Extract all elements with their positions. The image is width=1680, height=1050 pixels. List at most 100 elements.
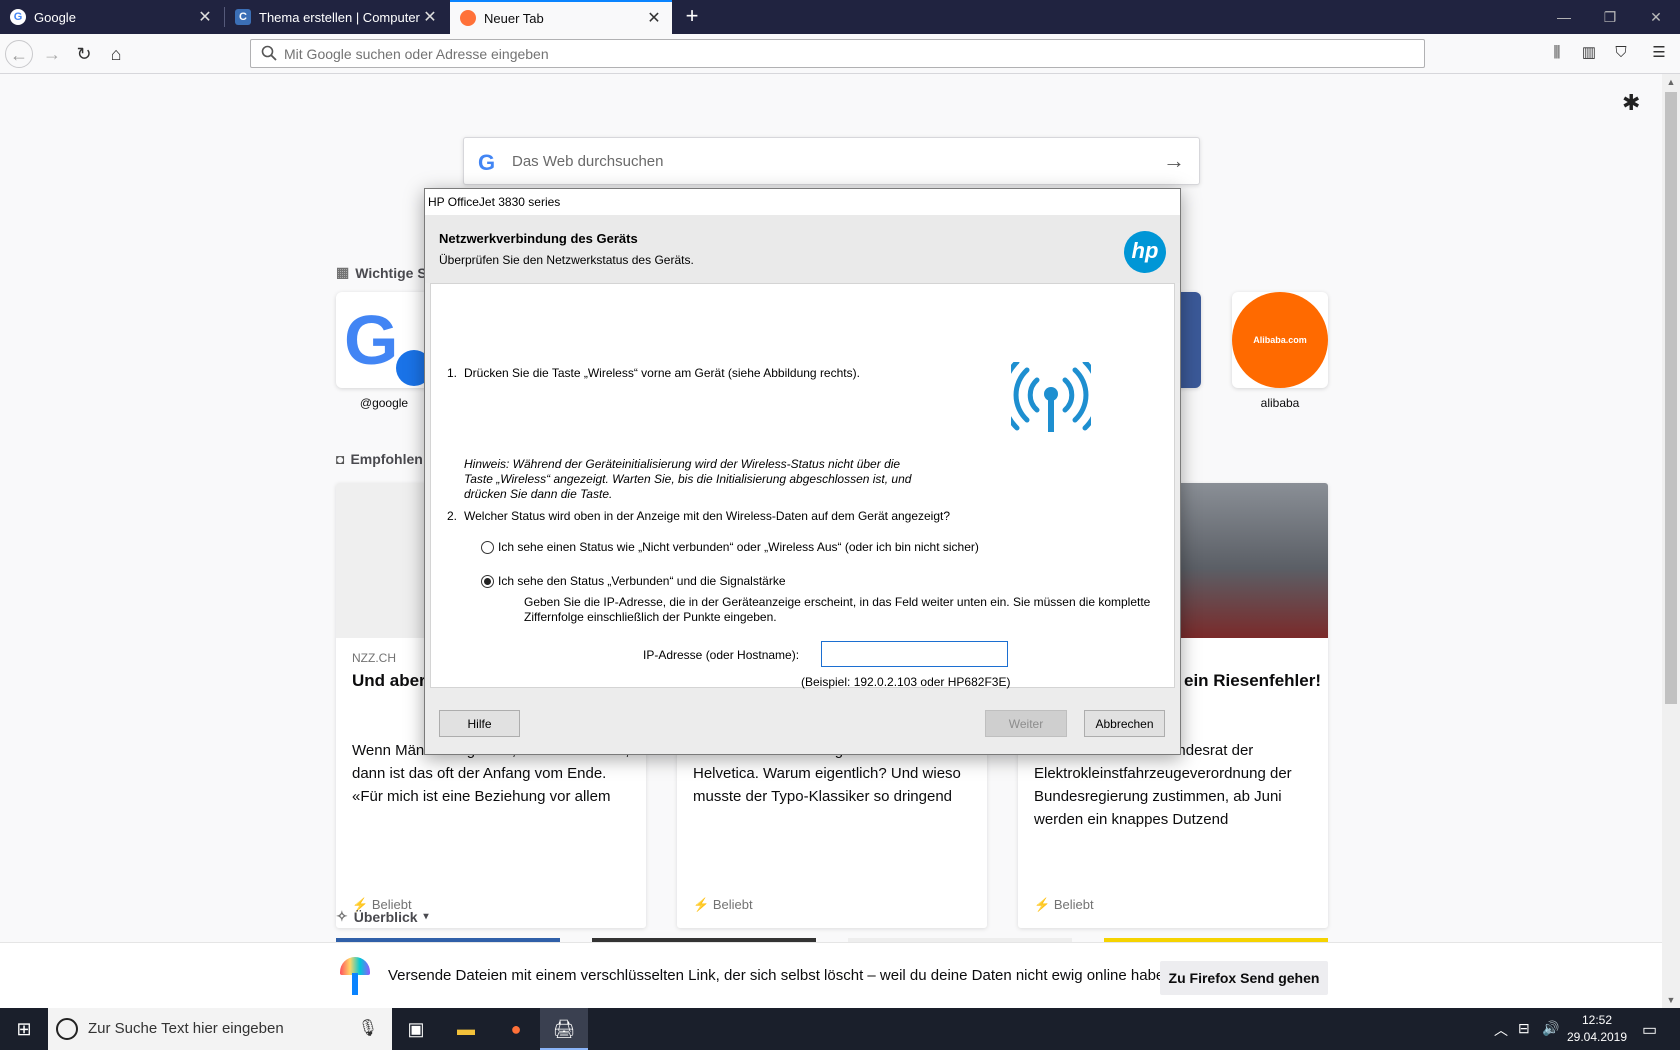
taskbar-search[interactable]: Zur Suche Text hier eingeben 🎙	[48, 1008, 392, 1050]
option-label: Ich sehe den Status „Verbunden“ und die …	[498, 574, 786, 588]
settings-gear-icon[interactable]: ✱	[1622, 90, 1640, 116]
recommended-heading[interactable]: ◘ Empfohlen	[336, 451, 423, 467]
next-button[interactable]: Weiter	[985, 710, 1067, 737]
network-icon[interactable]: ⊟	[1518, 1020, 1530, 1037]
ip-address-input[interactable]	[821, 641, 1008, 667]
top-sites-heading[interactable]: ▦ Wichtige S	[336, 264, 427, 281]
scroll-down-icon[interactable]: ▼	[1662, 992, 1680, 1008]
web-search-box[interactable]: G Das Web durchsuchen →	[463, 137, 1200, 185]
taskbar-search-placeholder: Zur Suche Text hier eingeben	[88, 1020, 284, 1037]
clock-date: 29.04.2019	[1566, 1030, 1628, 1044]
top-site-alibaba[interactable]: Alibaba.com	[1232, 292, 1328, 388]
search-icon	[261, 45, 277, 61]
firefox-send-button[interactable]: Zu Firefox Send gehen	[1160, 961, 1328, 995]
tray-overflow-icon[interactable]: ︿	[1494, 1020, 1508, 1040]
computerbase-favicon-icon: C	[235, 9, 251, 25]
tab-label: Thema erstellen | ComputerBase	[259, 9, 420, 25]
cortana-icon	[56, 1018, 78, 1040]
google-logo-icon: G	[478, 150, 496, 175]
cancel-button[interactable]: Abbrechen	[1084, 710, 1165, 737]
address-input[interactable]	[284, 43, 1404, 65]
clock-time: 12:52	[1581, 1013, 1613, 1027]
new-tab-button[interactable]: +	[680, 0, 704, 34]
recommended-heading-label: Empfohlen	[350, 451, 423, 467]
google-g-icon: G	[344, 301, 399, 379]
tab-neuer-tab[interactable]: Neuer Tab ✕	[450, 0, 672, 34]
top-site-label: alibaba	[1260, 396, 1300, 410]
hp-setup-dialog: HP OfficeJet 3830 series Netzwerkverbind…	[424, 188, 1181, 755]
window-close-icon[interactable]: ✕	[1634, 0, 1678, 34]
tab-google[interactable]: G Google ✕	[0, 0, 223, 34]
close-tab-icon[interactable]: ✕	[644, 8, 664, 28]
popular-badge: ⚡ Beliebt	[693, 897, 753, 912]
top-site-google[interactable]: G	[336, 292, 432, 388]
scrollbar-thumb[interactable]	[1665, 92, 1677, 704]
windows-start-icon[interactable]: ⊞	[0, 1008, 48, 1050]
top-sites-heading-label: Wichtige S	[355, 264, 427, 281]
snippet-text: Versende Dateien mit einem verschlüsselt…	[388, 967, 1221, 984]
firefox-send-icon	[338, 957, 372, 997]
radio-connected[interactable]	[481, 574, 494, 588]
microphone-icon[interactable]: 🎙	[358, 1018, 378, 1038]
step-number: 2.	[447, 509, 458, 523]
status-option-not-connected[interactable]: Ich sehe einen Status wie „Nicht verbund…	[481, 540, 979, 554]
step2-text: Welcher Status wird oben in der Anzeige …	[464, 509, 951, 523]
close-tab-icon[interactable]: ✕	[195, 7, 215, 27]
story-title: ein Riesenfehler!	[1184, 671, 1321, 690]
address-bar[interactable]	[250, 39, 1425, 68]
volume-icon[interactable]: 🔊	[1542, 1020, 1559, 1037]
hint-text: Hinweis: Während der Geräteinitialisieru…	[464, 457, 912, 501]
top-site-label: @google	[359, 396, 409, 410]
library-icon[interactable]: ⫼	[1546, 42, 1568, 64]
task-view-icon[interactable]: ▣	[392, 1008, 440, 1050]
alibaba-logo: Alibaba.com	[1232, 292, 1328, 388]
dialog-header: Netzwerkverbindung des Geräts Überprüfen…	[425, 215, 1180, 283]
tab-label: Google	[34, 9, 76, 25]
radio-not-connected[interactable]	[481, 540, 494, 554]
ip-instructions: Geben Sie die IP-Adresse, die in der Ger…	[524, 595, 1151, 624]
forward-button[interactable]: →	[38, 40, 66, 68]
search-arrow-icon[interactable]: →	[1163, 148, 1185, 174]
tab-computerbase[interactable]: C Thema erstellen | ComputerBase ✕	[225, 0, 448, 34]
web-search-placeholder: Das Web durchsuchen	[512, 153, 664, 170]
notifications-icon[interactable]: ▭	[1642, 1020, 1657, 1040]
wireless-icon	[1011, 362, 1091, 432]
dialog-heading: Netzwerkverbindung des Geräts	[439, 231, 638, 246]
firefox-taskbar-icon[interactable]: ●	[492, 1008, 540, 1050]
highlights-icon: ✧	[336, 908, 348, 924]
hp-setup-taskbar-icon[interactable]: 🖨	[540, 1008, 588, 1050]
option-label: Ich sehe einen Status wie „Nicht verbund…	[498, 540, 979, 554]
system-clock[interactable]: 12:52 29.04.2019	[1560, 1012, 1634, 1046]
popular-badge: ⚡ Beliebt	[1034, 897, 1094, 912]
file-explorer-icon[interactable]: ▬	[442, 1008, 490, 1050]
step-number: 1.	[447, 366, 458, 380]
scroll-up-icon[interactable]: ▲	[1662, 74, 1680, 90]
page-scrollbar[interactable]: ▲ ▼	[1662, 74, 1680, 1008]
step1-text: Drücken Sie die Taste „Wireless“ vorne a…	[464, 366, 860, 380]
dialog-subheading: Überprüfen Sie den Netzwerkstatus des Ge…	[439, 253, 694, 267]
dialog-title: HP OfficeJet 3830 series	[425, 189, 1180, 215]
hp-logo-icon: hp	[1124, 231, 1166, 273]
minimize-icon[interactable]: —	[1542, 0, 1586, 34]
reload-button[interactable]: ↻	[70, 40, 98, 68]
chevron-down-icon: ▾	[423, 911, 429, 922]
status-option-connected[interactable]: Ich sehe den Status „Verbunden“ und die …	[481, 574, 786, 588]
grid-icon: ▦	[336, 264, 350, 280]
story-source: NZZ.CH	[352, 651, 396, 665]
tab-label: Neuer Tab	[484, 10, 544, 26]
ip-example: (Beispiel: 192.0.2.103 oder HP682F3E)	[801, 675, 1011, 689]
menu-icon[interactable]: ☰	[1648, 42, 1670, 64]
sidebar-icon[interactable]: ▥	[1578, 42, 1600, 64]
dialog-content: 1. Drücken Sie die Taste „Wireless“ vorn…	[430, 283, 1175, 689]
close-tab-icon[interactable]: ✕	[420, 7, 440, 27]
navigation-toolbar: ← → ↻ ⌂ ⫼ ▥ ⛉ ☰	[0, 34, 1680, 74]
home-button[interactable]: ⌂	[102, 40, 130, 68]
restore-icon[interactable]: ❐	[1588, 0, 1632, 34]
shield-icon[interactable]: ⛉	[1610, 42, 1632, 64]
help-button[interactable]: Hilfe	[439, 710, 520, 737]
google-favicon-icon: G	[10, 9, 26, 25]
back-button[interactable]: ←	[5, 40, 33, 68]
overview-heading[interactable]: ✧ Überblick ▾	[336, 908, 429, 925]
firefox-send-snippet: Versende Dateien mit einem verschlüsselt…	[0, 942, 1662, 1009]
firefox-favicon-icon	[460, 10, 476, 26]
